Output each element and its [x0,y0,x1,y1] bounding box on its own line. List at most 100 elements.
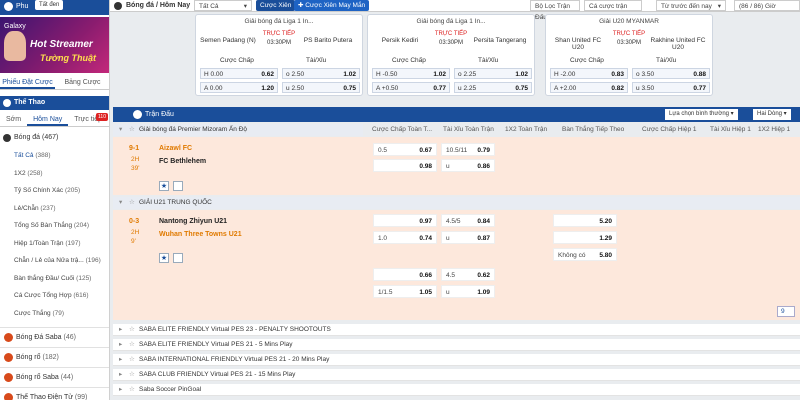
expand-arrow-icon[interactable]: ▸ [119,369,122,381]
hcap-odds-line: 1/1.5 [378,289,393,296]
match-filter-select[interactable]: Bộ Lọc Trận Đấu [530,0,580,21]
league-collapsed-row[interactable]: ▸ ☆ SABA CLUB FRIENDLY Virtual PES 21 - 15… [113,369,800,381]
nav-item[interactable]: Tỷ Số Chính Xác (205) [0,182,109,199]
favorite-star-icon[interactable]: ☆ [129,339,135,351]
favorite-star-icon[interactable]: ☆ [129,354,135,366]
promo-banner[interactable]: Galaxy Hot Streamer Tường Thuật [0,17,109,73]
league-header[interactable]: ▾ ☆ Giải bóng đá Premier Mizoram Ấn Độ [113,124,363,136]
favorite-star-icon[interactable]: ☆ [129,124,135,136]
next-goal-odds[interactable]: 1.29 [553,231,617,244]
nav-item[interactable]: Bàn thắng Đầu/ Cuối (125) [0,270,109,287]
parlay-button[interactable]: Cược Xiên [256,0,296,11]
league-header[interactable]: ▾ ☆ GIẢI U21 TRUNG QUỐC [113,197,800,209]
tab-bet-slip[interactable]: Phiếu Đặt Cược [0,76,55,89]
card-ou-odds[interactable]: o 2.50 1.02 [282,68,360,79]
odds-format-select[interactable]: Hai Dòng ▾ [753,109,791,120]
stats-icon[interactable] [173,253,183,263]
card-hcap-odds[interactable]: H 0.00 0.62 [200,68,278,79]
card-ou-odds[interactable]: u 2.50 0.75 [282,82,360,93]
nav-item[interactable]: Cá Cược Tổng Hợp (616) [0,287,109,304]
sport-item[interactable]: Bóng rổ Saba (44) [0,367,109,386]
hcap-odds[interactable]: 0.5 0.67 [373,143,437,156]
away-team[interactable]: Wuhan Three Towns U21 [159,231,242,238]
featured-match-card[interactable]: Giải bóng đá Liga 1 In... Persik Kediri Pe… [367,14,535,96]
odds-type-select[interactable]: Lựa chọn bình thường ▾ [665,109,738,120]
featured-match-card[interactable]: Giải bóng đá Liga 1 In... Semen Padang (N… [195,14,363,96]
ou-odds[interactable]: u 0.86 [441,159,495,172]
nav-item[interactable]: Hiệp 1/Toàn Trận (197) [0,235,109,252]
expand-arrow-icon[interactable]: ▸ [119,384,122,396]
lucky-parlay-button[interactable]: ✚ Cược Xiên May Mắn [294,0,370,11]
ou-odds[interactable]: 10.5/11 0.79 [441,143,495,156]
match-count[interactable]: (86 / 86) Giờ [734,0,800,11]
hcap-odds-price: 1.05 [419,289,432,296]
more-markets-select[interactable]: 9 [777,306,795,317]
collapse-arrow-icon[interactable]: ▾ [119,124,122,136]
tab-bet-list[interactable]: Bảng Cược [55,76,109,89]
nav-item[interactable]: 1X2 (258) [0,165,109,182]
home-team[interactable]: Nantong Zhiyun U21 [159,218,227,225]
sport-header[interactable]: Thể Thao [0,96,109,110]
sport-football[interactable]: Bóng đá (467) [0,130,109,146]
collapse-arrow-icon[interactable]: ▾ [119,197,122,209]
ou-odds[interactable]: u 1.09 [441,285,495,298]
card-hcap-odds[interactable]: H -2.00 0.83 [550,68,628,79]
ou-odds[interactable]: 4.5 0.62 [441,268,495,281]
sport-item[interactable]: Thể Thao Điện Tử (99) [0,387,109,400]
card-hcap-odds[interactable]: A 0.00 1.20 [200,82,278,93]
favorite-star-icon[interactable]: ★ [159,253,169,263]
ou-odds-price: 0.62 [477,272,490,279]
tab-today[interactable]: Hôm Nay [27,113,69,126]
hcap-odds[interactable]: 1.0 0.74 [373,231,437,244]
market-filter-select[interactable]: Tất Cả ▾ [194,0,252,11]
sidebar-top-badge[interactable]: Tất đen [35,0,64,10]
nav-item[interactable]: Tổng Số Bàn Thắng (204) [0,217,109,234]
tab-early[interactable]: Sớm [0,113,27,126]
favorite-star-icon[interactable]: ☆ [129,197,135,209]
hcap-odds[interactable]: 0.97 [373,214,437,227]
hcap-odds[interactable]: 0.98 [373,159,437,172]
next-goal-odds[interactable]: Không có 5.80 [553,248,617,261]
stats-icon[interactable] [173,181,183,191]
favorite-star-icon[interactable]: ☆ [129,369,135,381]
league-name: SABA INTERNATIONAL FRIENDLY Virtual PES … [139,356,330,363]
home-team[interactable]: Aizawl FC [159,145,192,152]
column-header: Bàn Thắng Tiếp Theo [562,126,625,133]
expand-arrow-icon[interactable]: ▸ [119,324,122,336]
sport-item[interactable]: Bóng rổ (182) [0,347,109,366]
card-ou-odds[interactable]: u 3.50 0.77 [632,82,710,93]
sport-item[interactable]: Bóng Đá Saba (46) [0,327,109,346]
ou-odds[interactable]: 4.5/5 0.84 [441,214,495,227]
soccer-ball-icon [3,134,11,142]
card-ou-odds[interactable]: o 2.25 1.02 [454,68,532,79]
league-collapsed-row[interactable]: ▸ ☆ Saba Soccer PinGoal [113,384,800,396]
card-hcap-odds[interactable]: A +2.00 0.82 [550,82,628,93]
nav-item[interactable]: Tất Cả (388) [0,147,109,164]
featured-match-card[interactable]: Giải U20 MYANMAR Shan United FC U20 Rakhin… [545,14,713,96]
league-collapsed-row[interactable]: ▸ ☆ SABA INTERNATIONAL FRIENDLY Virtual PE… [113,354,800,366]
league-collapsed-row[interactable]: ▸ ☆ SABA ELITE FRIENDLY Virtual PES 21 - 5… [113,339,800,351]
card-ou-odds[interactable]: u 2.25 0.75 [454,82,532,93]
card-ou-left: o 2.25 [458,69,476,78]
sport-icon [4,353,13,362]
favorite-star-icon[interactable]: ☆ [129,324,135,336]
card-ou-odds[interactable]: o 3.50 0.88 [632,68,710,79]
league-collapsed-row[interactable]: ▸ ☆ SABA ELITE FRIENDLY Virtual PES 23 - P… [113,324,800,336]
favorite-star-icon[interactable]: ☆ [129,384,135,396]
away-team[interactable]: FC Bethlehem [159,158,206,165]
expand-arrow-icon[interactable]: ▸ [119,339,122,351]
ou-odds[interactable]: u 0.87 [441,231,495,244]
card-hcap-odds[interactable]: H -0.50 1.02 [372,68,450,79]
sport-item-count: (182) [42,354,59,361]
expand-arrow-icon[interactable]: ▸ [119,354,122,366]
hcap-odds[interactable]: 1/1.5 1.05 [373,285,437,298]
hcap-odds[interactable]: 0.66 [373,268,437,281]
sort-select[interactable]: Cá cược trận đấu [584,0,642,21]
nav-item[interactable]: Cược Thắng (79) [0,305,109,322]
favorite-star-icon[interactable]: ★ [159,181,169,191]
card-hcap-odds[interactable]: A +0.50 0.77 [372,82,450,93]
nav-item[interactable]: Lẻ/Chẵn (237) [0,200,109,217]
time-range-select[interactable]: Từ trước đến nay ▾ [656,0,726,11]
next-goal-odds[interactable]: 5.20 [553,214,617,227]
nav-item[interactable]: Chẵn / Lẻ của Nửa trậ... (196) [0,252,109,269]
